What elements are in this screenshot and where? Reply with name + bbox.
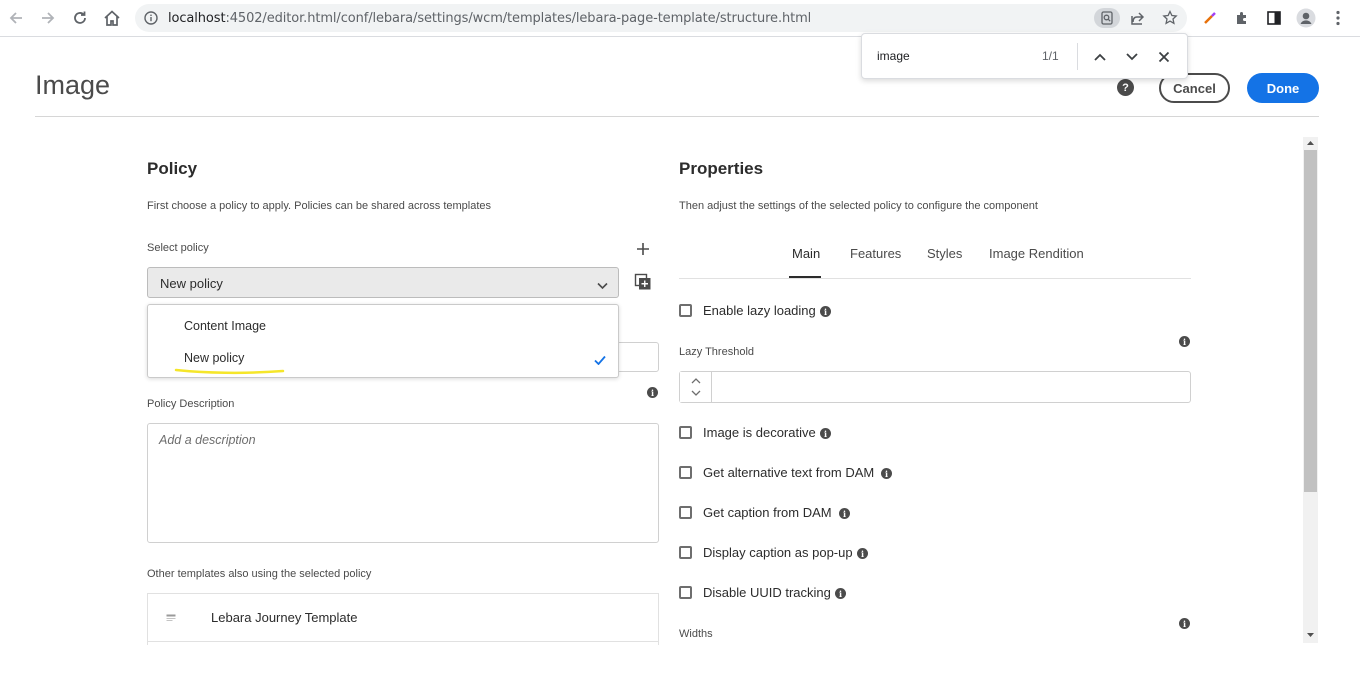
chevron-down-icon	[597, 277, 608, 295]
side-panel-icon[interactable]	[1263, 7, 1285, 29]
template-thumbnail-icon	[166, 614, 176, 621]
caption-label: Get caption from DAM	[703, 505, 832, 520]
properties-description-text: Then adjust the settings of the selected…	[679, 200, 1038, 212]
info-icon[interactable]: i	[820, 428, 831, 439]
info-icon[interactable]: i	[820, 306, 831, 317]
find-bar: image 1/1	[861, 33, 1188, 79]
extensions-puzzle-icon[interactable]	[1231, 7, 1253, 29]
bookmark-star-icon[interactable]	[1160, 8, 1180, 28]
find-close-icon[interactable]	[1153, 46, 1175, 68]
widths-label: Widths	[679, 628, 713, 640]
profile-avatar-icon[interactable]	[1295, 7, 1317, 29]
policy-description-placeholder: Add a description	[159, 433, 256, 447]
url-text: localhost:4502/editor.html/conf/lebara/s…	[168, 11, 812, 26]
dialog-title: Image	[35, 70, 111, 100]
forward-icon[interactable]	[37, 7, 59, 29]
uuid-checkbox[interactable]	[679, 586, 692, 599]
tab-features[interactable]: Features	[850, 246, 901, 261]
home-icon[interactable]	[101, 7, 123, 29]
browser-menu-icon[interactable]	[1327, 7, 1349, 29]
header-divider	[35, 116, 1319, 117]
caption-checkbox[interactable]	[679, 506, 692, 519]
popup-checkbox[interactable]	[679, 546, 692, 559]
find-input[interactable]: image	[877, 49, 910, 63]
uuid-label: Disable UUID tracking	[703, 585, 831, 600]
lazy-loading-label: Enable lazy loading	[703, 303, 816, 318]
back-icon[interactable]	[5, 7, 27, 29]
option-new-policy[interactable]: New policy	[184, 351, 244, 365]
number-stepper[interactable]	[680, 372, 712, 402]
info-icon[interactable]: i	[857, 548, 868, 559]
tab-image-rendition[interactable]: Image Rendition	[989, 246, 1084, 261]
tab-styles[interactable]: Styles	[927, 246, 962, 261]
info-icon[interactable]: i	[881, 468, 892, 479]
info-icon[interactable]: i	[835, 588, 846, 599]
stepper-up-icon[interactable]	[691, 378, 701, 384]
find-previous-icon[interactable]	[1089, 46, 1111, 68]
template-name[interactable]: Lebara Journey Template	[211, 610, 357, 625]
alt-text-label: Get alternative text from DAM	[703, 465, 875, 480]
add-policy-icon[interactable]	[634, 240, 652, 258]
policy-description-text: First choose a policy to apply. Policies…	[147, 200, 492, 212]
decorative-label: Image is decorative	[703, 425, 816, 440]
help-icon[interactable]: ?	[1117, 79, 1134, 96]
duplicate-policy-icon[interactable]	[633, 272, 653, 292]
other-templates-label: Other templates also using the selected …	[147, 568, 372, 580]
lazy-threshold-label: Lazy Threshold	[679, 346, 755, 358]
active-tab-indicator	[789, 276, 821, 278]
select-policy-label: Select policy	[147, 242, 209, 254]
site-info-icon[interactable]	[141, 8, 161, 28]
find-next-icon[interactable]	[1121, 46, 1143, 68]
policy-select[interactable]: New policy	[147, 267, 619, 298]
browser-toolbar: localhost:4502/editor.html/conf/lebara/s…	[0, 0, 1360, 37]
tab-main[interactable]: Main	[792, 246, 820, 261]
find-match-count: 1/1	[1042, 49, 1059, 63]
lazy-threshold-field[interactable]	[679, 371, 1191, 403]
color-picker-extension-icon[interactable]	[1199, 7, 1221, 29]
info-icon[interactable]: i	[839, 508, 850, 519]
policy-heading: Policy	[147, 159, 198, 178]
list-divider	[148, 641, 658, 642]
highlight-underline	[174, 368, 285, 375]
info-icon[interactable]: i	[1179, 336, 1190, 347]
lazy-loading-checkbox[interactable]	[679, 304, 692, 317]
alt-text-checkbox[interactable]	[679, 466, 692, 479]
scrollbar-thumb[interactable]	[1304, 150, 1317, 492]
done-button[interactable]: Done	[1247, 73, 1319, 103]
policy-description-textarea[interactable]: Add a description	[147, 423, 659, 543]
share-icon[interactable]	[1128, 8, 1148, 28]
stepper-down-icon[interactable]	[691, 390, 701, 396]
find-divider	[1077, 43, 1078, 70]
templates-list: Lebara Journey Template	[147, 593, 659, 645]
scroll-up-icon[interactable]	[1307, 140, 1314, 145]
popup-label: Display caption as pop-up	[703, 545, 853, 560]
reload-icon[interactable]	[69, 7, 91, 29]
policy-select-value: New policy	[160, 276, 223, 291]
option-content-image[interactable]: Content Image	[184, 319, 266, 333]
info-icon[interactable]: i	[1179, 618, 1190, 629]
properties-tabs: Main Features Styles Image Rendition	[679, 240, 1191, 279]
find-in-page-icon[interactable]	[1094, 8, 1120, 28]
policy-description-label: Policy Description	[147, 398, 235, 410]
info-icon[interactable]: i	[647, 387, 658, 398]
address-bar[interactable]: localhost:4502/editor.html/conf/lebara/s…	[135, 4, 1187, 32]
decorative-checkbox[interactable]	[679, 426, 692, 439]
checkmark-icon	[594, 352, 606, 370]
properties-heading: Properties	[679, 159, 764, 178]
scroll-down-icon[interactable]	[1307, 633, 1314, 638]
